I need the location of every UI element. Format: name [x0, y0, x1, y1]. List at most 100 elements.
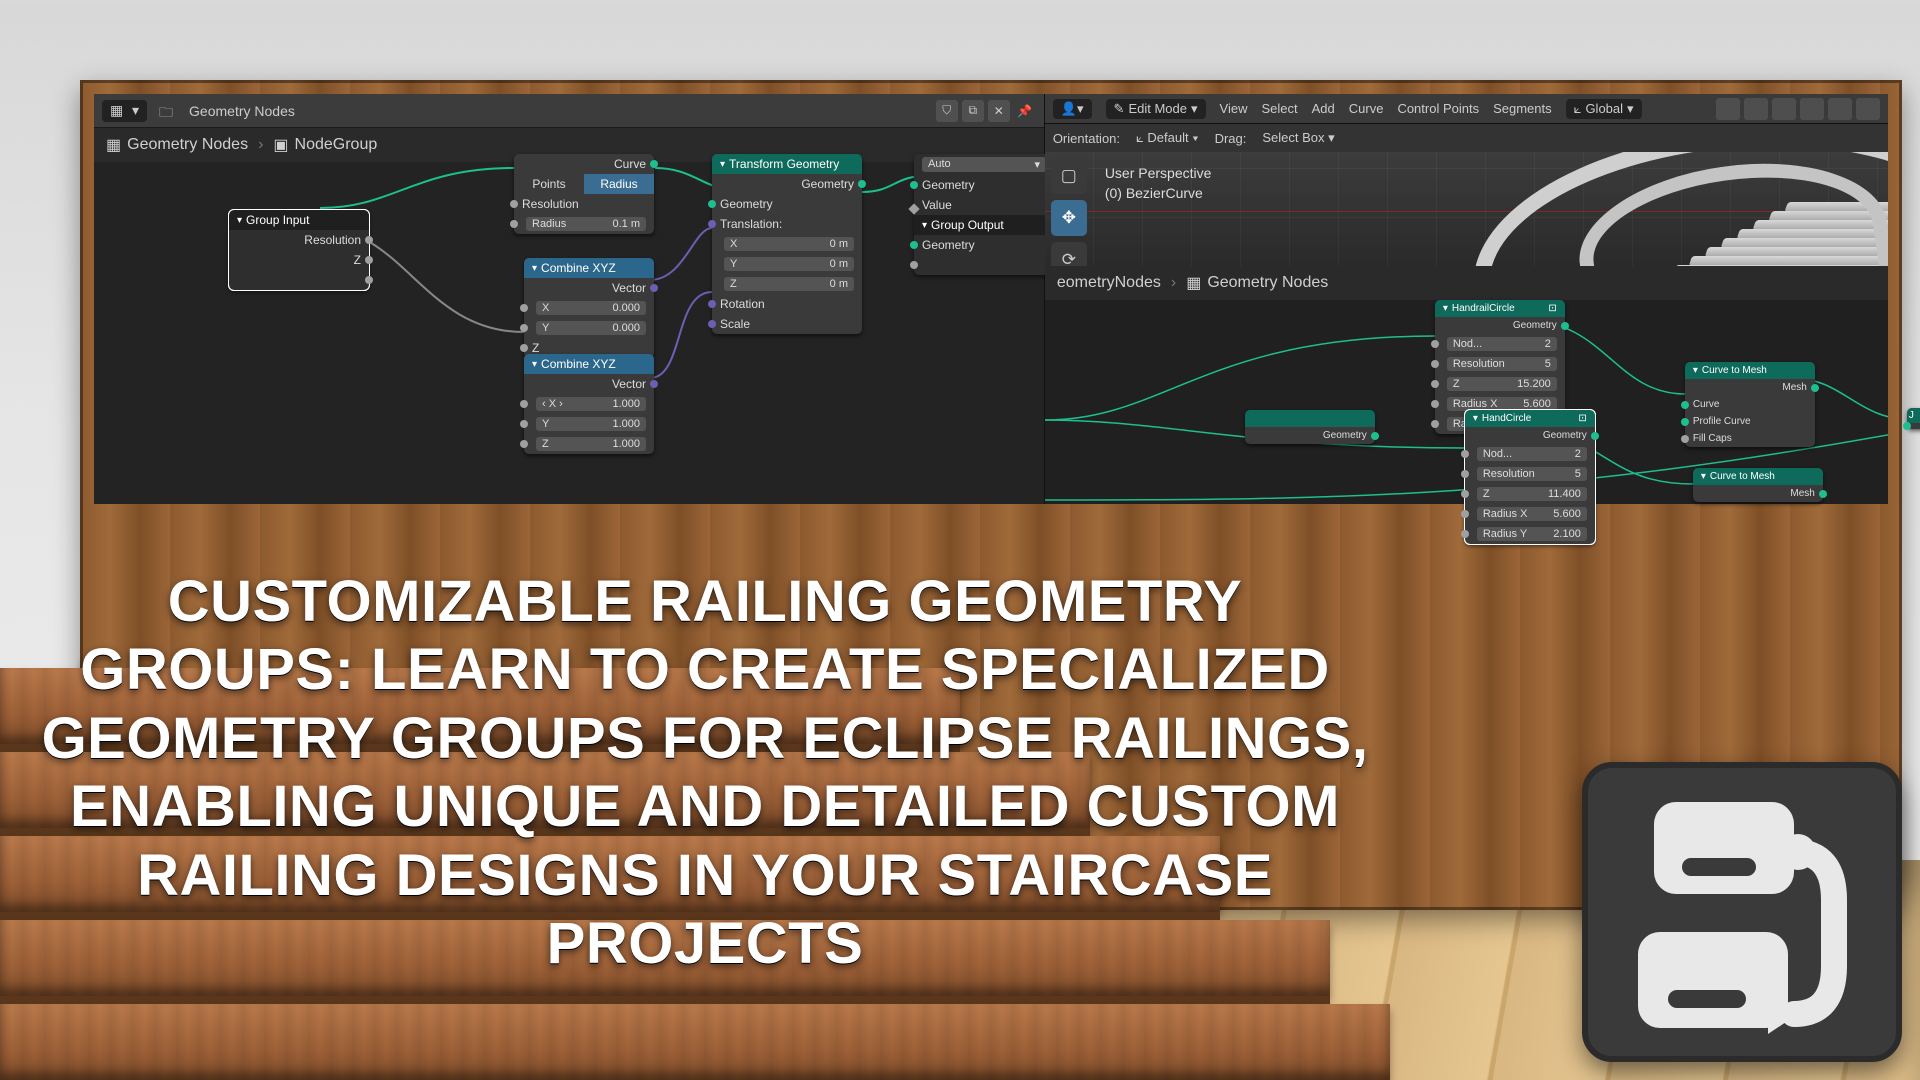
transform-orientation[interactable]: ⟀ Global ▾ — [1566, 99, 1642, 119]
menu-select[interactable]: Select — [1261, 101, 1297, 116]
node-editor-icon: ▦ — [110, 102, 128, 120]
menu-segments[interactable]: Segments — [1493, 101, 1552, 116]
viewport-info: User Perspective (0) BezierCurve — [1105, 164, 1212, 203]
node-combine-xyz-1[interactable]: ▾Combine XYZ Vector X0.000 Y0.000 Z — [524, 258, 654, 358]
node-group-output[interactable]: Auto▾ Geometry Value ▾Group Output Geome… — [914, 154, 1054, 275]
staircase-mesh — [1368, 172, 1888, 266]
input-profile: Profile Curve — [1685, 413, 1815, 430]
orientation-dropdown[interactable]: ⟀ Default ▾ — [1136, 130, 1199, 146]
mode-dropdown[interactable]: ✎ Edit Mode ▾ — [1106, 99, 1206, 119]
input-resolution[interactable]: Resolution — [514, 194, 654, 214]
editor-type-dropdown[interactable]: ▦▾ — [102, 100, 147, 122]
chevron-right-icon: › — [258, 136, 263, 154]
input-fillcaps: Fill Caps — [1685, 430, 1815, 447]
input-geometry: Geometry — [914, 175, 1054, 195]
breadcrumb-child[interactable]: ▦ Geometry Nodes — [1186, 273, 1328, 293]
chevron-down-icon: ▾ — [922, 220, 927, 231]
breadcrumb-child[interactable]: ▣ NodeGroup — [273, 135, 377, 155]
input-tx[interactable]: X0 m — [712, 234, 862, 254]
input-y[interactable]: Y0.000 — [524, 318, 654, 338]
input-row[interactable]: Radius Y2.100 — [1465, 524, 1595, 544]
shield-icon[interactable]: ⛉ — [936, 100, 958, 122]
right-column: 👤▾ ✎ Edit Mode ▾ View Select Add Curve C… — [1045, 94, 1888, 504]
drag-dropdown[interactable]: Select Box ▾ — [1262, 130, 1334, 146]
input-empty — [914, 255, 1054, 275]
node-curve-to-mesh-1[interactable]: ▾Curve to Mesh Mesh Curve Profile Curve … — [1685, 362, 1815, 447]
node-curve-circle[interactable]: Curve PointsRadius Resolution Radius0.1 … — [514, 154, 654, 234]
pin-icon[interactable]: 📌 — [1014, 100, 1036, 122]
shading-icon-2[interactable] — [1856, 98, 1880, 120]
input-row[interactable]: Z11.400 — [1465, 484, 1595, 504]
node-join-out[interactable]: J — [1907, 408, 1920, 429]
duplicate-icon[interactable]: ⧉ — [962, 100, 984, 122]
output-mesh: Mesh — [1685, 379, 1815, 396]
3d-viewport[interactable]: ▢ ✥ ⟳ ◰ ◈ ／ 📐 User Perspective (0) Bezie… — [1045, 152, 1888, 266]
node-handrail-circle-2[interactable]: ▾HandCircle⊡ Geometry Nod...2Resolution5… — [1465, 410, 1595, 544]
input — [1907, 423, 1920, 429]
breadcrumb-root[interactable]: ▦ Geometry Nodes — [106, 135, 248, 155]
input-y[interactable]: Y1.000 — [524, 414, 654, 434]
input-row[interactable]: Z15.200 — [1435, 374, 1565, 394]
orientation-label: Orientation: — [1053, 131, 1120, 146]
blender-app: ▦▾ 🗀 Geometry Nodes ⛉ ⧉ ✕ 📌 ▦ Geometry N… — [94, 94, 1888, 504]
menu-control-points[interactable]: Control Points — [1397, 101, 1479, 116]
lower-node-editor: eometryNodes › ▦ Geometry Nodes — [1045, 266, 1888, 504]
overlay-icon[interactable] — [1772, 98, 1796, 120]
input-radius[interactable]: Radius0.1 m — [514, 214, 654, 234]
input-x[interactable]: X0.000 — [524, 298, 654, 318]
lower-canvas[interactable]: Geometry ▾HandrailCircle⊡ Geometry Nod..… — [1045, 300, 1888, 504]
shading-icon[interactable] — [1828, 98, 1852, 120]
node-canvas[interactable]: ▾Group Input Resolution Z Curve PointsRa… — [94, 162, 1044, 504]
output-geometry: Geometry — [1465, 427, 1595, 444]
node-transform-geometry[interactable]: ▾Transform Geometry Geometry Geometry Tr… — [712, 154, 862, 334]
node-header: ▾Transform Geometry — [712, 154, 862, 174]
node-header: ▾Group Input — [229, 210, 369, 230]
input-row[interactable]: Resolution5 — [1465, 464, 1595, 484]
input-curve: Curve — [1685, 396, 1815, 413]
input-x[interactable]: ‹ X ›1.000 — [524, 394, 654, 414]
input-rotation[interactable]: Rotation — [712, 294, 862, 314]
input-row[interactable]: Nod...2 — [1465, 444, 1595, 464]
unlink-icon[interactable]: ✕ — [988, 100, 1010, 122]
node-header: ▾Curve to Mesh — [1693, 468, 1823, 485]
xray-icon[interactable] — [1800, 98, 1824, 120]
menu-curve[interactable]: Curve — [1349, 101, 1384, 116]
input-geometry: Geometry — [712, 194, 862, 214]
output-geometry: Geometry — [712, 174, 862, 194]
breadcrumb-root[interactable]: eometryNodes — [1057, 274, 1161, 292]
proportional-icon[interactable] — [1744, 98, 1768, 120]
node-header: ▾HandrailCircle⊡ — [1435, 300, 1565, 317]
input-ty[interactable]: Y0 m — [712, 254, 862, 274]
object-dropdown[interactable]: 👤▾ — [1053, 99, 1092, 119]
tool-move[interactable]: ✥ — [1051, 200, 1087, 236]
tool-cursor[interactable]: ▢ — [1051, 158, 1087, 194]
mode-dropdown[interactable]: Auto▾ — [914, 154, 1054, 175]
output-mesh: Mesh — [1693, 485, 1823, 502]
input-tz[interactable]: Z0 m — [712, 274, 862, 294]
node-tree-name[interactable]: Geometry Nodes — [189, 103, 295, 119]
input-scale[interactable]: Scale — [712, 314, 862, 334]
node-header: ▾Group Output — [914, 215, 1054, 235]
menu-view[interactable]: View — [1220, 101, 1248, 116]
output-vector: Vector — [524, 278, 654, 298]
node-tree-icon: 🗀 — [159, 102, 177, 120]
node-curve-to-mesh-2[interactable]: ▾Curve to Mesh Mesh — [1693, 468, 1823, 502]
chevron-down-icon: ▾ — [532, 359, 537, 370]
menu-add[interactable]: Add — [1312, 101, 1335, 116]
node-geometry-in[interactable]: Geometry — [1245, 410, 1375, 444]
lower-breadcrumb: eometryNodes › ▦ Geometry Nodes — [1045, 266, 1888, 300]
chevron-right-icon: › — [1171, 274, 1176, 292]
input-z[interactable]: Z1.000 — [524, 434, 654, 454]
node-header: ▾Curve to Mesh — [1685, 362, 1815, 379]
tool-column: ▢ ✥ ⟳ ◰ ◈ ／ 📐 — [1051, 158, 1087, 266]
tool-rotate[interactable]: ⟳ — [1051, 242, 1087, 266]
snap-icon[interactable] — [1716, 98, 1740, 120]
node-group-input[interactable]: ▾Group Input Resolution Z — [229, 210, 369, 290]
chevron-down-icon: ▾ — [532, 263, 537, 274]
mode-tabs[interactable]: PointsRadius — [514, 174, 654, 194]
node-combine-xyz-2[interactable]: ▾Combine XYZ Vector ‹ X ›1.000 Y1.000 Z1… — [524, 354, 654, 454]
input-row[interactable]: Radius X5.600 — [1465, 504, 1595, 524]
input-row[interactable]: Nod...2 — [1435, 334, 1565, 354]
input-row[interactable]: Resolution5 — [1435, 354, 1565, 374]
output-resolution: Resolution — [229, 230, 369, 250]
